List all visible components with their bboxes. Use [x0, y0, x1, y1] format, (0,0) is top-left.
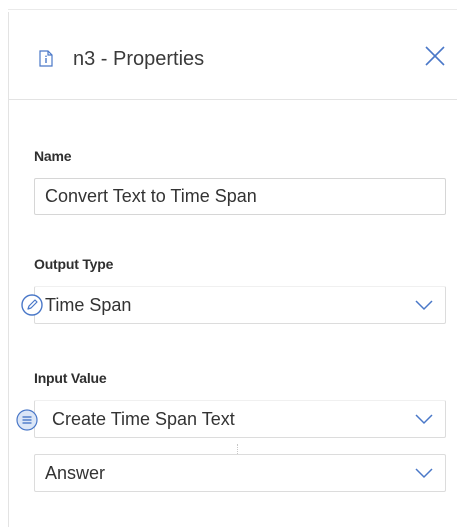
output-type-select[interactable]: Time Span: [34, 286, 446, 324]
answer-value: Answer: [45, 463, 106, 483]
list-icon[interactable]: [16, 409, 38, 431]
properties-panel: n3 - Properties Name Output Type Time Sp…: [8, 12, 457, 527]
input-value-select[interactable]: Create Time Span Text: [34, 400, 446, 438]
pencil-icon[interactable]: [21, 294, 43, 316]
input-value-value: Create Time Span Text: [52, 409, 235, 429]
name-field[interactable]: [34, 178, 446, 215]
chevron-down-icon: [415, 414, 433, 425]
name-label: Name: [34, 148, 72, 164]
answer-select[interactable]: Answer: [34, 454, 446, 492]
document-info-icon: [39, 50, 53, 67]
panel-title: n3 - Properties: [73, 48, 205, 70]
output-type-value: Time Span: [45, 295, 132, 315]
output-type-label: Output Type: [34, 256, 114, 272]
input-value-label: Input Value: [34, 370, 107, 386]
close-icon[interactable]: [421, 42, 449, 70]
chevron-down-icon: [415, 300, 433, 311]
top-divider: [8, 9, 457, 10]
panel-header: n3 - Properties: [9, 12, 457, 100]
chevron-down-icon: [415, 468, 433, 479]
